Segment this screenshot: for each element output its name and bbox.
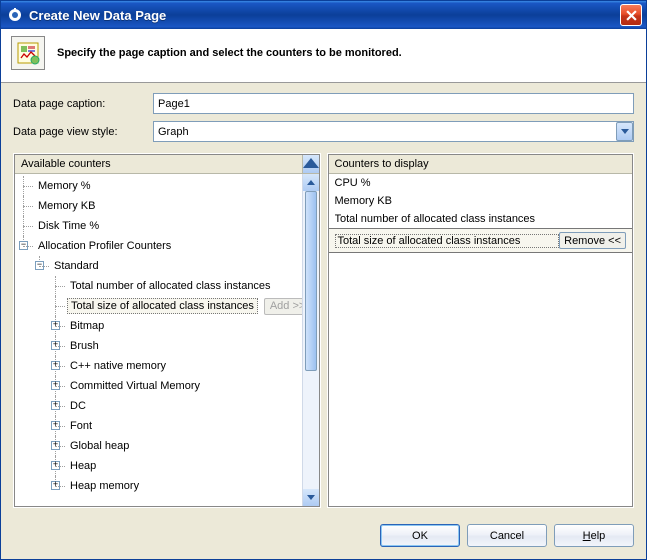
vertical-scrollbar[interactable] [302,174,319,506]
scroll-thumb[interactable] [305,191,317,371]
tree-item[interactable]: Font [67,419,95,433]
close-button[interactable] [620,4,642,26]
available-counters-panel: Available counters Memory % Memory KB Di… [14,154,320,507]
dialog-window: Create New Data Page Specify the page ca… [0,0,647,560]
instruction-header: Specify the page caption and select the … [1,29,646,83]
style-label: Data page view style: [13,126,153,138]
ok-button[interactable]: OK [380,524,460,547]
form-area: Data page caption: Data page view style:… [1,83,646,153]
counters-to-display-panel: Counters to display CPU % Memory KB Tota… [328,154,634,507]
display-list[interactable]: CPU % Memory KB Total number of allocate… [329,174,633,506]
scroll-up-header-icon[interactable] [302,155,319,173]
help-button[interactable]: Help [554,524,634,547]
tree-item[interactable]: C++ native memory [67,359,169,373]
available-counters-header: Available counters [15,155,319,174]
titlebar: Create New Data Page [1,1,646,29]
list-item[interactable]: CPU % [329,174,633,192]
tree-group-standard[interactable]: Standard [51,259,102,273]
help-rest: elp [591,530,606,542]
tree-item[interactable]: Heap [67,459,99,473]
dialog-title: Create New Data Page [29,8,620,23]
remove-button[interactable]: Remove << [559,232,626,249]
caption-input[interactable] [153,93,634,114]
button-bar: OK Cancel Help [1,514,646,559]
tree-item[interactable]: Disk Time % [35,219,102,233]
list-item-selected[interactable]: Total size of allocated class instances … [329,228,633,253]
available-counters-tree[interactable]: Memory % Memory KB Disk Time % − Allocat… [15,174,319,506]
tree-item[interactable]: Global heap [67,439,132,453]
tree-item[interactable]: Bitmap [67,319,107,333]
scroll-down-icon[interactable] [303,489,319,506]
tree-item[interactable]: Brush [67,339,102,353]
panels: Available counters Memory % Memory KB Di… [1,153,646,514]
scroll-up-icon[interactable] [303,174,319,191]
tree-item[interactable]: DC [67,399,89,413]
instruction-text: Specify the page caption and select the … [57,47,402,59]
page-icon [11,36,45,70]
tree-item[interactable]: Heap memory [67,479,142,493]
app-icon [7,7,23,23]
tree-group-profiler[interactable]: Allocation Profiler Counters [35,239,174,253]
tree-item-selected[interactable]: Total size of allocated class instances [67,298,258,314]
tree-item[interactable]: Total number of allocated class instance… [67,279,274,293]
tree-item[interactable]: Memory KB [35,199,98,213]
style-select-arrow[interactable] [616,122,633,141]
list-item[interactable]: Total number of allocated class instance… [329,210,633,228]
cancel-button[interactable]: Cancel [467,524,547,547]
style-select[interactable]: Graph [153,121,634,142]
tree-item[interactable]: Committed Virtual Memory [67,379,203,393]
counters-to-display-header: Counters to display [329,155,633,174]
tree-item[interactable]: Memory % [35,179,94,193]
caption-label: Data page caption: [13,98,153,110]
style-select-value: Graph [158,126,189,138]
list-item[interactable]: Memory KB [329,192,633,210]
